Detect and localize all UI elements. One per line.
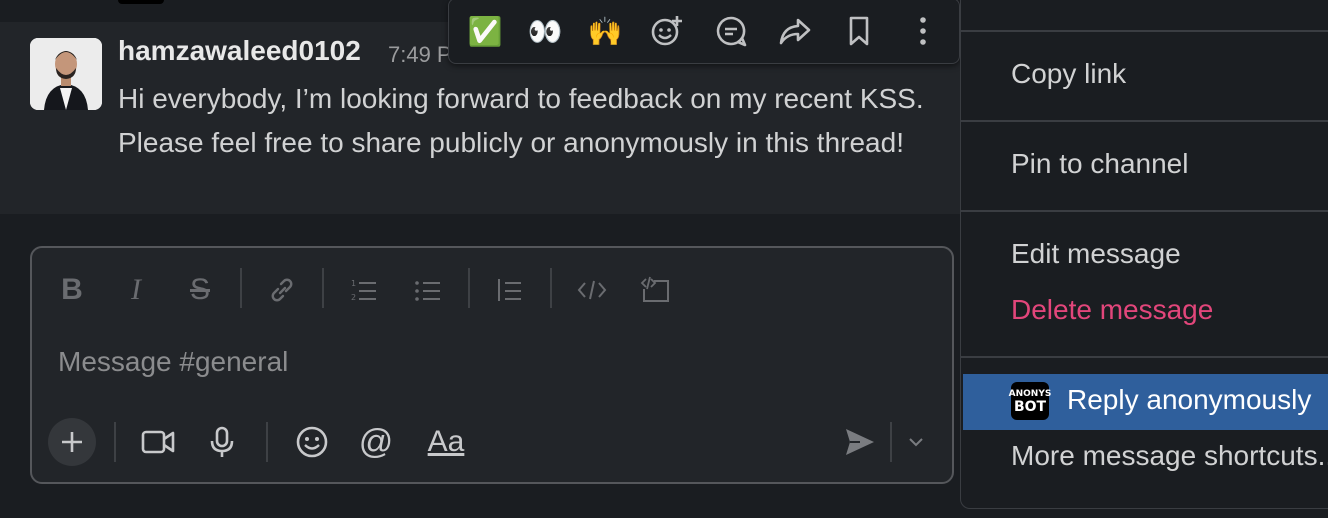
toolbar-divider	[240, 268, 242, 308]
video-clip-button[interactable]	[134, 418, 182, 466]
avatar-image	[30, 38, 102, 110]
emoji-icon	[296, 426, 328, 458]
message-input[interactable]: Message #general	[58, 346, 288, 378]
svg-text:1: 1	[351, 279, 356, 288]
reaction-eyes-button[interactable]: 👀	[523, 9, 567, 53]
mention-button[interactable]: @	[352, 418, 400, 466]
strikethrough-icon: S	[189, 273, 210, 306]
plus-icon	[62, 432, 82, 452]
add-reaction-icon	[651, 16, 682, 46]
check-mark-emoji: ✅	[467, 15, 503, 47]
avatar[interactable]	[30, 38, 102, 110]
menu-divider	[961, 120, 1328, 122]
message-actions-toolbar: ✅ 👀 🙌	[448, 0, 960, 64]
code-icon	[577, 280, 607, 300]
emoji-button[interactable]	[288, 418, 336, 466]
blockquote-button[interactable]	[488, 268, 532, 312]
toolbar-divider	[114, 422, 116, 462]
formatting-toggle-label: Aa	[427, 425, 465, 458]
send-icon	[846, 429, 874, 455]
video-camera-icon	[141, 430, 175, 454]
more-actions-button[interactable]	[901, 9, 945, 53]
at-sign-icon: @	[358, 422, 394, 461]
eyes-emoji: 👀	[527, 15, 563, 47]
reply-in-thread-icon	[716, 16, 747, 47]
menu-item-delete-message[interactable]: Delete message	[1011, 294, 1213, 326]
ordered-list-button[interactable]: 1 2	[342, 268, 386, 312]
formatting-toggle-button[interactable]: Aa	[416, 418, 476, 466]
bold-icon: B	[61, 273, 83, 306]
save-for-later-button[interactable]	[837, 9, 881, 53]
reaction-raised-hands-button[interactable]: 🙌	[583, 9, 627, 53]
send-button[interactable]	[836, 418, 884, 466]
attach-button[interactable]	[48, 418, 96, 466]
more-actions-icon	[920, 17, 926, 45]
audio-clip-button[interactable]	[198, 418, 246, 466]
bold-button[interactable]: B	[50, 268, 94, 312]
share-message-button[interactable]	[773, 9, 817, 53]
reply-in-thread-button[interactable]	[709, 9, 753, 53]
message-text: Hi everybody, I’m looking forward to fee…	[118, 83, 924, 158]
bookmark-icon	[849, 16, 869, 46]
bulleted-list-icon	[415, 281, 440, 301]
menu-item-pin-to-channel[interactable]: Pin to channel	[1011, 148, 1188, 180]
italic-button[interactable]: I	[114, 268, 158, 312]
strikethrough-button[interactable]: S	[178, 268, 222, 312]
menu-item-copy-link[interactable]: Copy link	[1011, 58, 1126, 90]
add-reaction-button[interactable]	[645, 9, 689, 53]
share-icon	[779, 18, 811, 45]
menu-item-reply-anonymously-label[interactable]: Reply anonymously	[1067, 384, 1311, 416]
menu-item-edit-message[interactable]: Edit message	[1011, 238, 1181, 270]
code-block-icon	[640, 276, 669, 302]
menu-item-more-message-shortcuts[interactable]: More message shortcuts...	[1011, 440, 1328, 472]
send-options-button[interactable]	[896, 418, 936, 466]
send-divider	[890, 422, 892, 462]
link-button[interactable]	[260, 268, 304, 312]
reaction-check-button[interactable]: ✅	[463, 9, 507, 53]
anonymous-bot-logo: ANONYS BOT	[1009, 382, 1051, 420]
menu-divider	[961, 210, 1328, 212]
blockquote-icon	[498, 279, 521, 301]
message-context-menu: Copy link Pin to channel Edit message De…	[960, 0, 1328, 509]
menu-divider	[961, 30, 1328, 32]
ordered-list-icon: 1 2	[351, 279, 376, 302]
svg-text:2: 2	[351, 293, 356, 302]
link-icon	[271, 278, 293, 302]
menu-divider	[961, 356, 1328, 358]
toolbar-divider	[322, 268, 324, 308]
microphone-icon	[210, 426, 234, 457]
message-composer[interactable]: B I S 1 2 Message #general @ Aa	[30, 246, 954, 484]
toolbar-divider	[468, 268, 470, 308]
bulleted-list-button[interactable]	[406, 268, 450, 312]
message-author[interactable]: hamzawaleed0102	[118, 35, 361, 67]
raised-hands-emoji: 🙌	[587, 15, 623, 47]
code-button[interactable]	[570, 268, 614, 312]
toolbar-divider	[266, 422, 268, 462]
italic-icon: I	[131, 273, 141, 306]
code-block-button[interactable]	[634, 268, 678, 312]
previous-message-fragment	[118, 0, 164, 4]
toolbar-divider	[550, 268, 552, 308]
chevron-down-icon	[909, 438, 923, 447]
